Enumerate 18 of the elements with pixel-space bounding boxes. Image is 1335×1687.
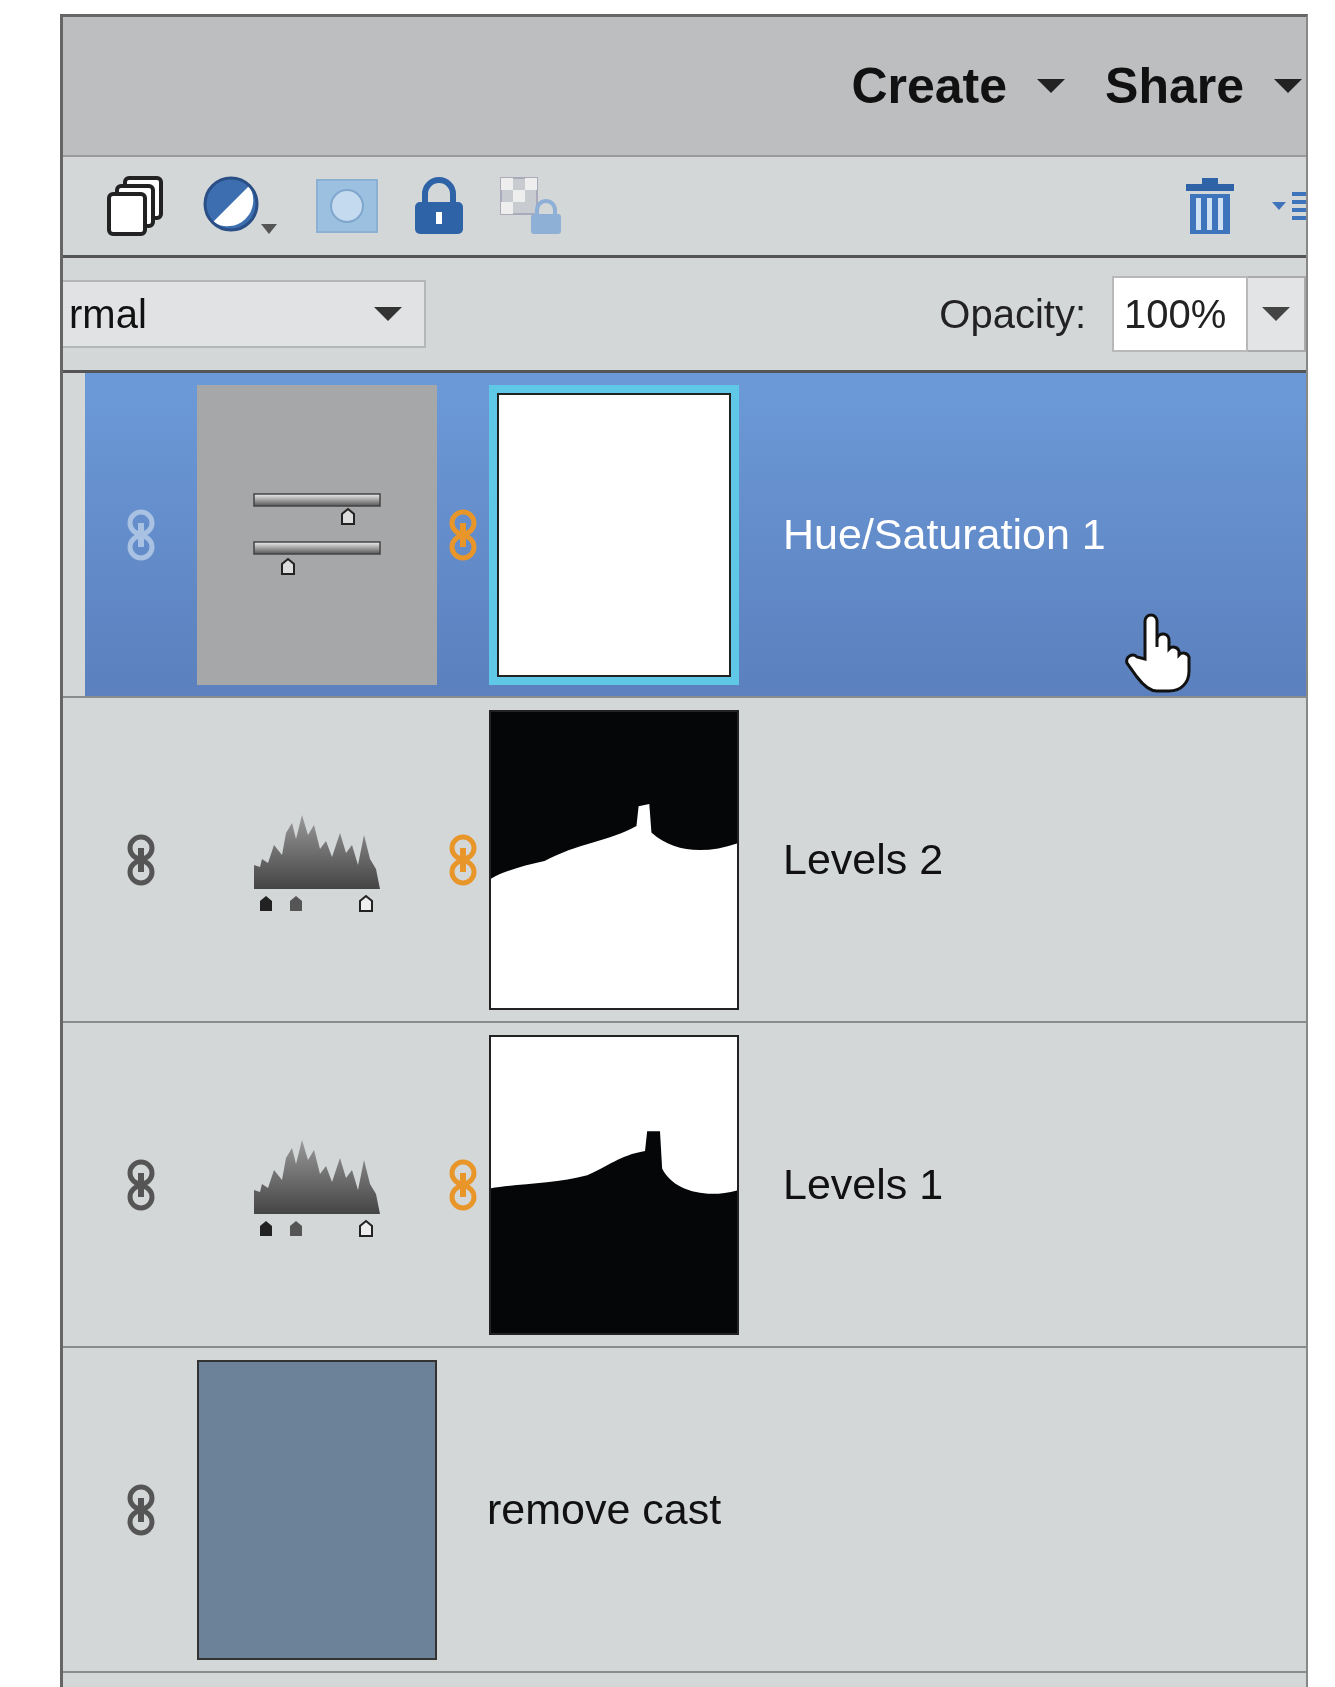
link-icon[interactable]: [126, 1483, 156, 1536]
caret-icon: [1274, 79, 1302, 93]
link-icon[interactable]: [126, 833, 156, 886]
layer-name: Levels 1: [783, 1160, 944, 1209]
layer-name: Hue/Saturation 1: [783, 510, 1106, 559]
caret-icon: [1262, 307, 1290, 321]
caret-icon: [1037, 79, 1066, 93]
opacity-label: Opacity:: [939, 291, 1086, 337]
blend-mode-dropdown[interactable]: rmal: [63, 280, 426, 348]
opacity-field[interactable]: 100%: [1112, 276, 1248, 352]
link-icon[interactable]: [126, 1158, 156, 1211]
menu-button[interactable]: Create: [851, 57, 1066, 115]
caret-icon: [374, 307, 402, 321]
layer-name: Levels 2: [783, 835, 944, 884]
lock-icon[interactable]: [413, 176, 465, 236]
opacity-dropdown-button[interactable]: [1248, 276, 1306, 352]
menu-button[interactable]: Share: [1105, 57, 1302, 115]
layer-name: remove cast: [487, 1485, 722, 1534]
